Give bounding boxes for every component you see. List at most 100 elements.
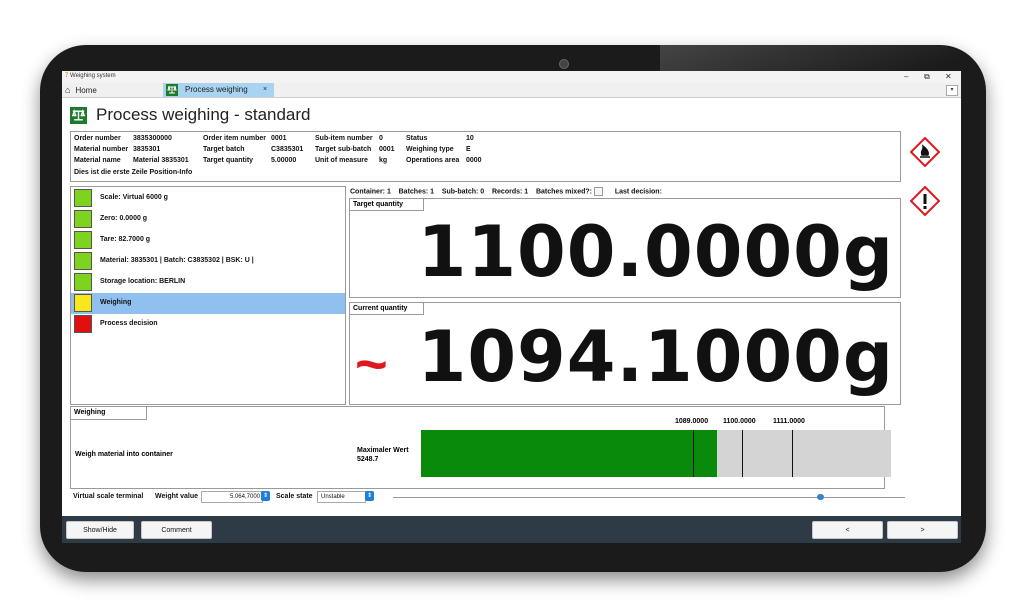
weighing-type-value: E [466, 146, 471, 153]
app-screen: 7 Weighing system – ⧉ ✕ ⌂ Home Process we… [62, 71, 961, 543]
subbatch-count: Sub-batch: 0 [441, 188, 485, 196]
scale-icon [70, 107, 87, 124]
scale-state-label: Scale state [276, 493, 313, 500]
order-number-value: 3835300000 [133, 135, 172, 142]
material-name-value: Material 3835301 [133, 157, 189, 164]
weight-value-label: Weight value [155, 493, 199, 500]
flammable-hazard-icon [910, 137, 940, 167]
records-count: Records: 1 [491, 188, 529, 196]
tab-bar: ⌂ Home Process weighing × ▾ [62, 83, 961, 98]
target-quantity-value: 1100.0000g [417, 211, 894, 293]
step-status-indicator [74, 315, 92, 333]
weighing-progress-fill [421, 430, 718, 477]
step-zero[interactable]: Zero: 0.0000 g [71, 209, 345, 230]
tab-close-icon[interactable]: × [263, 83, 267, 97]
order-number-label: Order number [74, 135, 121, 142]
order-info-panel: Order number 3835300000 Material number … [70, 131, 901, 182]
step-label: Material: 3835301 | Batch: C3835302 | BS… [100, 257, 254, 264]
batches-mixed-checkbox[interactable] [593, 187, 603, 196]
unstable-indicator: ~ [355, 332, 388, 395]
tick-label-lower: 1089.0000 [675, 418, 709, 425]
target-batch-value: C3835301 [271, 146, 304, 153]
scale-state-select[interactable]: Unstable [317, 491, 366, 503]
status-value: 10 [466, 135, 474, 142]
tab-process-weighing-label: Process weighing [185, 85, 248, 94]
minimize-button[interactable]: – [904, 72, 908, 81]
next-button[interactable]: > [887, 521, 958, 539]
subitem-label: Sub-item number [315, 135, 373, 142]
batches-mixed-label: Batches mixed?: [535, 188, 592, 196]
tab-dropdown-button[interactable]: ▾ [946, 85, 958, 96]
home-icon: ⌂ [65, 85, 71, 95]
weight-slider-thumb[interactable] [817, 494, 824, 500]
current-quantity-label: Current quantity [350, 303, 424, 315]
step-label: Zero: 0.0000 g [100, 215, 148, 222]
last-decision-label: Last decision: [614, 188, 662, 196]
restore-button[interactable]: ⧉ [924, 72, 930, 82]
step-weighing[interactable]: Weighing [71, 293, 345, 314]
target-quantity-panel: Target quantity 1100.0000g [349, 198, 901, 298]
subitem-value: 0 [379, 135, 383, 142]
uom-value: kg [379, 157, 388, 164]
step-storage-location[interactable]: Storage location: BERLIN [71, 272, 345, 293]
position-info: Dies ist die erste Zeile Position-Info [74, 169, 193, 176]
target-qty-value: 5.00000 [271, 157, 297, 164]
step-label: Storage location: BERLIN [100, 278, 186, 285]
weighing-type-label: Weighing type [406, 146, 454, 153]
step-status-indicator [74, 189, 92, 207]
step-status-indicator [74, 210, 92, 228]
show-hide-button[interactable]: Show/Hide [66, 521, 134, 539]
comment-button[interactable]: Comment [141, 521, 212, 539]
step-status-indicator [74, 252, 92, 270]
uom-label: Unit of measure [315, 157, 368, 164]
close-window-button[interactable]: ✕ [945, 72, 952, 81]
container-count: Container: 1 [350, 188, 391, 196]
target-qty-label: Target quantity [203, 157, 254, 164]
footer-bar: Show/Hide Comment < > [62, 516, 961, 543]
tab-process-weighing[interactable]: Process weighing × [163, 83, 274, 97]
weighing-panel: Weighing Weigh material into container M… [70, 406, 891, 489]
page-title: Process weighing - standard [96, 105, 311, 124]
weight-value-input[interactable]: 5.064,7000 [201, 491, 263, 503]
step-material[interactable]: Material: 3835301 | Batch: C3835302 | BS… [71, 251, 345, 272]
current-quantity-value: 1094.1000g [417, 316, 894, 398]
ops-area-label: Operations area [406, 157, 460, 164]
scale-icon [166, 84, 178, 96]
material-name-label: Material name [74, 157, 121, 164]
scale-state-spinner-icon[interactable]: ⇕ [365, 491, 374, 501]
weight-slider-track[interactable] [393, 497, 905, 498]
step-tare[interactable]: Tare: 82.7000 g [71, 230, 345, 251]
step-process-decision[interactable]: Process decision [71, 314, 345, 335]
weight-spinner-icon[interactable]: ⇕ [261, 491, 270, 501]
tolerance-upper-marker [792, 430, 793, 477]
target-quantity-label: Target quantity [350, 199, 424, 211]
batches-count: Batches: 1 [398, 188, 435, 196]
target-marker [742, 430, 743, 477]
camera-icon [559, 59, 569, 69]
ops-area-value: 0000 [466, 157, 482, 164]
virtual-scale-terminal: Virtual scale terminal Weight value 5.06… [73, 491, 905, 503]
max-value-block: Maximaler Wert 5248.7 [357, 446, 409, 464]
tolerance-lower-marker [693, 430, 694, 477]
order-item-value: 0001 [271, 135, 287, 142]
weighing-progress-bar [421, 430, 891, 477]
step-status-indicator [74, 231, 92, 249]
current-quantity-panel: Current quantity ~ 1094.1000g [349, 302, 901, 405]
max-value-label: Maximaler Wert [357, 447, 409, 454]
step-label: Weighing [100, 299, 132, 306]
weighing-description: Weigh material into container [75, 451, 173, 458]
step-label: Tare: 82.7000 g [100, 236, 151, 243]
previous-button[interactable]: < [812, 521, 883, 539]
tab-home-label: Home [75, 86, 97, 95]
window-title: 7 Weighing system [65, 73, 116, 79]
step-status-indicator [74, 273, 92, 291]
tick-label-upper: 1111.0000 [773, 418, 805, 425]
material-number-value: 3835301 [133, 146, 161, 153]
warning-hazard-icon [910, 186, 940, 216]
target-subbatch-value: 0001 [379, 146, 395, 153]
tick-label-target: 1100.0000 [723, 418, 756, 425]
max-value: 5248.7 [357, 456, 379, 463]
window-titlebar: 7 Weighing system – ⧉ ✕ [62, 71, 961, 83]
step-scale[interactable]: Scale: Virtual 6000 g [71, 188, 345, 209]
tab-home[interactable]: ⌂ Home [65, 84, 97, 96]
